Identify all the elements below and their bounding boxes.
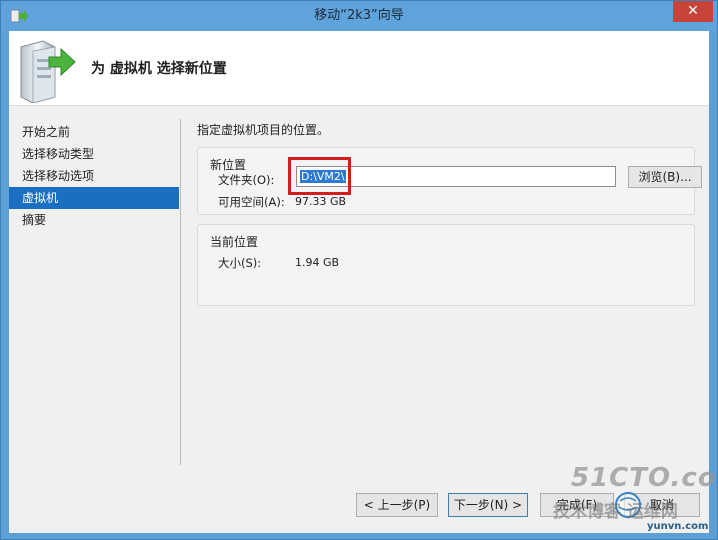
watermark-slogan: 技术博客 运维网: [553, 502, 678, 522]
nav-item-move-options[interactable]: 选择移动选项: [9, 165, 179, 187]
close-button[interactable]: ✕: [673, 1, 713, 22]
wizard-steps-nav: 开始之前 选择移动类型 选择移动选项 虚拟机 摘要: [9, 107, 189, 467]
wizard-header: 为 虚拟机 选择新位置: [9, 31, 709, 106]
nav-item-before-you-begin[interactable]: 开始之前: [9, 121, 179, 143]
nav-item-summary[interactable]: 摘要: [9, 209, 179, 231]
title-bar[interactable]: 移动“2k3”向导 ✕: [1, 1, 717, 31]
page-title: 为 虚拟机 选择新位置: [91, 61, 227, 77]
free-space-value: 97.33 GB: [295, 195, 347, 208]
wizard-content: 指定虚拟机项目的位置。 新位置 文件夹(O): D:\VM2\ 浏览(B)...…: [189, 107, 704, 467]
size-value: 1.94 GB: [295, 256, 340, 269]
current-location-group: 当前位置 大小(S): 1.94 GB: [197, 224, 695, 306]
nav-divider: [180, 119, 181, 465]
server-move-icon: [20, 40, 76, 103]
current-location-title: 当前位置: [210, 235, 259, 249]
size-label: 大小(S):: [218, 256, 262, 270]
new-location-group: 新位置 文件夹(O): D:\VM2\ 浏览(B)... 可用空间(A): 97…: [197, 147, 702, 215]
instruction-text: 指定虚拟机项目的位置。: [197, 123, 330, 137]
next-button[interactable]: 下一步(N) >: [448, 493, 528, 517]
previous-button[interactable]: < 上一步(P): [356, 493, 438, 517]
watermark-url: yunvn.com: [647, 521, 709, 532]
folder-label: 文件夹(O):: [218, 173, 275, 187]
wizard-client-area: 为 虚拟机 选择新位置 开始之前 选择移动类型 选择移动选项 虚拟机 摘要 指定…: [9, 31, 709, 533]
wizard-window: 移动“2k3”向导 ✕ 为 虚拟机 选择新位置 开始之前 选择移动类型 选择移动…: [0, 0, 718, 540]
new-location-title: 新位置: [210, 158, 247, 172]
nav-item-move-type[interactable]: 选择移动类型: [9, 143, 179, 165]
annotation-highlight-box: [288, 157, 351, 195]
watermark-51cto: 51CTO.com: [571, 463, 718, 493]
window-title: 移动“2k3”向导: [314, 8, 404, 23]
nav-item-virtual-machine[interactable]: 虚拟机: [9, 187, 179, 209]
browse-button[interactable]: 浏览(B)...: [628, 166, 702, 188]
free-space-label: 可用空间(A):: [218, 195, 285, 209]
